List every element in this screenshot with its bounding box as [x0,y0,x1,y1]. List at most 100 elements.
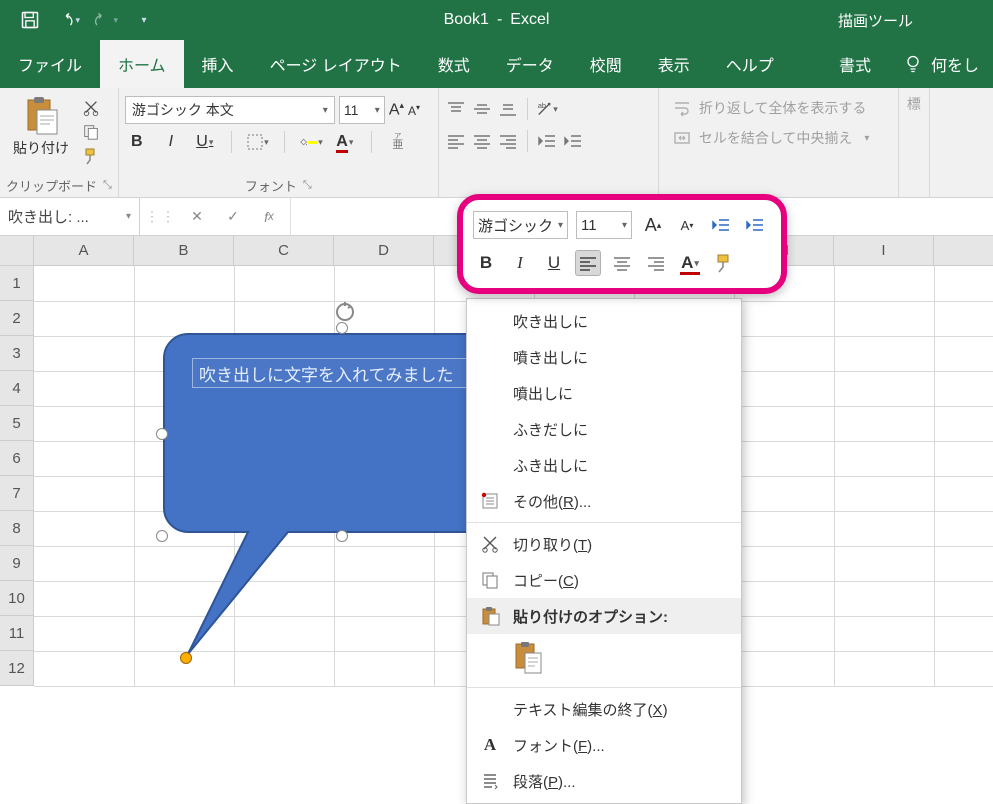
shape-text-input[interactable]: 吹き出しに文字を入れてみました [192,358,492,388]
row-header[interactable]: 1 [0,266,34,301]
font-color-icon[interactable]: A [333,130,357,154]
increase-indent-icon[interactable] [562,132,584,150]
decrease-indent-icon[interactable] [536,132,558,150]
align-right-icon[interactable] [497,132,519,150]
undo-icon[interactable] [56,8,80,32]
col-header[interactable]: A [34,236,134,265]
mini-align-right-icon[interactable] [643,250,669,276]
underline-button[interactable]: U [193,130,217,154]
font-name-combo[interactable]: 游ゴシック 本文 [125,96,335,124]
dialog-launcher-icon[interactable]: ⤡ [103,179,112,192]
row-header[interactable]: 3 [0,336,34,371]
row-header[interactable]: 7 [0,476,34,511]
paste-button[interactable]: 貼り付け [6,92,76,158]
enter-icon[interactable]: ✓ [222,206,244,228]
redo-icon[interactable] [94,8,118,32]
mini-bold-button[interactable]: B [473,250,499,276]
resize-handle[interactable] [336,530,348,542]
mini-font-combo[interactable]: 游ゴシック [473,211,568,239]
tab-help[interactable]: ヘルプ [708,40,792,88]
menu-font[interactable]: A フォント(F)... [467,727,741,763]
increase-font-icon[interactable]: A▴ [389,100,404,119]
mini-font-color-icon[interactable]: A [677,250,703,276]
mini-increase-font-icon[interactable]: A▴ [640,212,666,238]
tab-format[interactable]: 書式 [821,40,889,88]
name-box[interactable]: 吹き出し: ...▾ [0,198,140,235]
copy-icon[interactable] [80,122,102,142]
row-header[interactable]: 5 [0,406,34,441]
align-center-icon[interactable] [471,132,493,150]
orientation-icon[interactable]: ab [536,100,558,118]
paste-option-default-icon[interactable] [513,641,543,678]
mini-format-painter-icon[interactable] [711,250,737,276]
tab-insert[interactable]: 挿入 [184,40,252,88]
format-painter-icon[interactable] [80,146,102,166]
col-header[interactable]: D [334,236,434,265]
mini-align-left-icon[interactable] [575,250,601,276]
cancel-icon[interactable]: ✕ [186,206,208,228]
align-left-icon[interactable] [445,132,467,150]
menu-copy[interactable]: コピー(C) [467,562,741,598]
mini-decrease-indent-icon[interactable] [708,212,734,238]
align-middle-icon[interactable] [471,100,493,118]
merge-center-button[interactable]: セルを結合して中央揃え▾ [673,128,870,148]
bold-button[interactable]: B [125,130,149,154]
wrap-text-button[interactable]: 折り返して全体を表示する [673,98,870,118]
title-bar: ▾ Book1-Excel 描画ツール [0,0,993,40]
mini-underline-button[interactable]: U [541,250,567,276]
ime-suggestion[interactable]: ふきだしに [467,411,741,447]
tab-page-layout[interactable]: ページ レイアウト [252,40,420,88]
mini-decrease-font-icon[interactable]: A▾ [674,212,700,238]
menu-cut[interactable]: 切り取り(T) [467,526,741,562]
mini-italic-button[interactable]: I [507,250,533,276]
ime-suggestion[interactable]: 吹き出しに [467,303,741,339]
menu-paragraph[interactable]: 段落(P)... [467,763,741,799]
tell-me-search[interactable]: 何をし [889,40,993,88]
tab-view[interactable]: 表示 [640,40,708,88]
tab-data[interactable]: データ [488,40,572,88]
row-header[interactable]: 2 [0,301,34,336]
resize-handle[interactable] [156,530,168,542]
ime-suggestion[interactable]: 噴き出しに [467,339,741,375]
font-a-icon: A [479,734,501,756]
align-top-icon[interactable] [445,100,467,118]
tab-formulas[interactable]: 数式 [420,40,488,88]
resize-handle[interactable] [156,428,168,440]
menu-exit-text-edit[interactable]: テキスト編集の終了(X) [467,691,741,727]
col-header[interactable]: C [234,236,334,265]
fx-icon[interactable]: fx [258,206,280,228]
row-header[interactable]: 4 [0,371,34,406]
fill-color-icon[interactable] [299,130,323,154]
phonetic-icon[interactable]: ア亜 [386,130,410,154]
resize-handle[interactable] [336,322,348,334]
row-header[interactable]: 6 [0,441,34,476]
ime-suggestion[interactable]: 噴出しに [467,375,741,411]
row-header[interactable]: 11 [0,616,34,651]
ime-suggestion[interactable]: ふき出しに [467,447,741,483]
dialog-launcher-icon[interactable]: ⤡ [303,179,312,192]
col-header[interactable]: B [134,236,234,265]
italic-button[interactable]: I [159,130,183,154]
row-header[interactable]: 8 [0,511,34,546]
tab-home[interactable]: ホーム [100,40,184,88]
select-all-corner[interactable] [0,236,34,265]
row-header[interactable]: 12 [0,651,34,686]
decrease-font-icon[interactable]: A▾ [408,103,420,118]
mini-align-center-icon[interactable] [609,250,635,276]
borders-icon[interactable] [246,130,270,154]
row-header[interactable]: 10 [0,581,34,616]
ime-more-suggestions[interactable]: その他(R)... [467,483,741,519]
mini-size-combo[interactable]: 11 [576,211,632,239]
row-header[interactable]: 9 [0,546,34,581]
font-size-combo[interactable]: 11 [339,96,385,124]
qat-customize-icon[interactable]: ▾ [132,8,156,32]
tab-file[interactable]: ファイル [0,40,100,88]
callout-shape[interactable]: 吹き出しに文字を入れてみました [162,328,512,533]
save-icon[interactable] [18,8,42,32]
mini-increase-indent-icon[interactable] [742,212,768,238]
adjust-handle[interactable] [180,652,192,664]
align-bottom-icon[interactable] [497,100,519,118]
tab-review[interactable]: 校閲 [572,40,640,88]
col-header[interactable]: I [834,236,934,265]
cut-icon[interactable] [80,98,102,118]
